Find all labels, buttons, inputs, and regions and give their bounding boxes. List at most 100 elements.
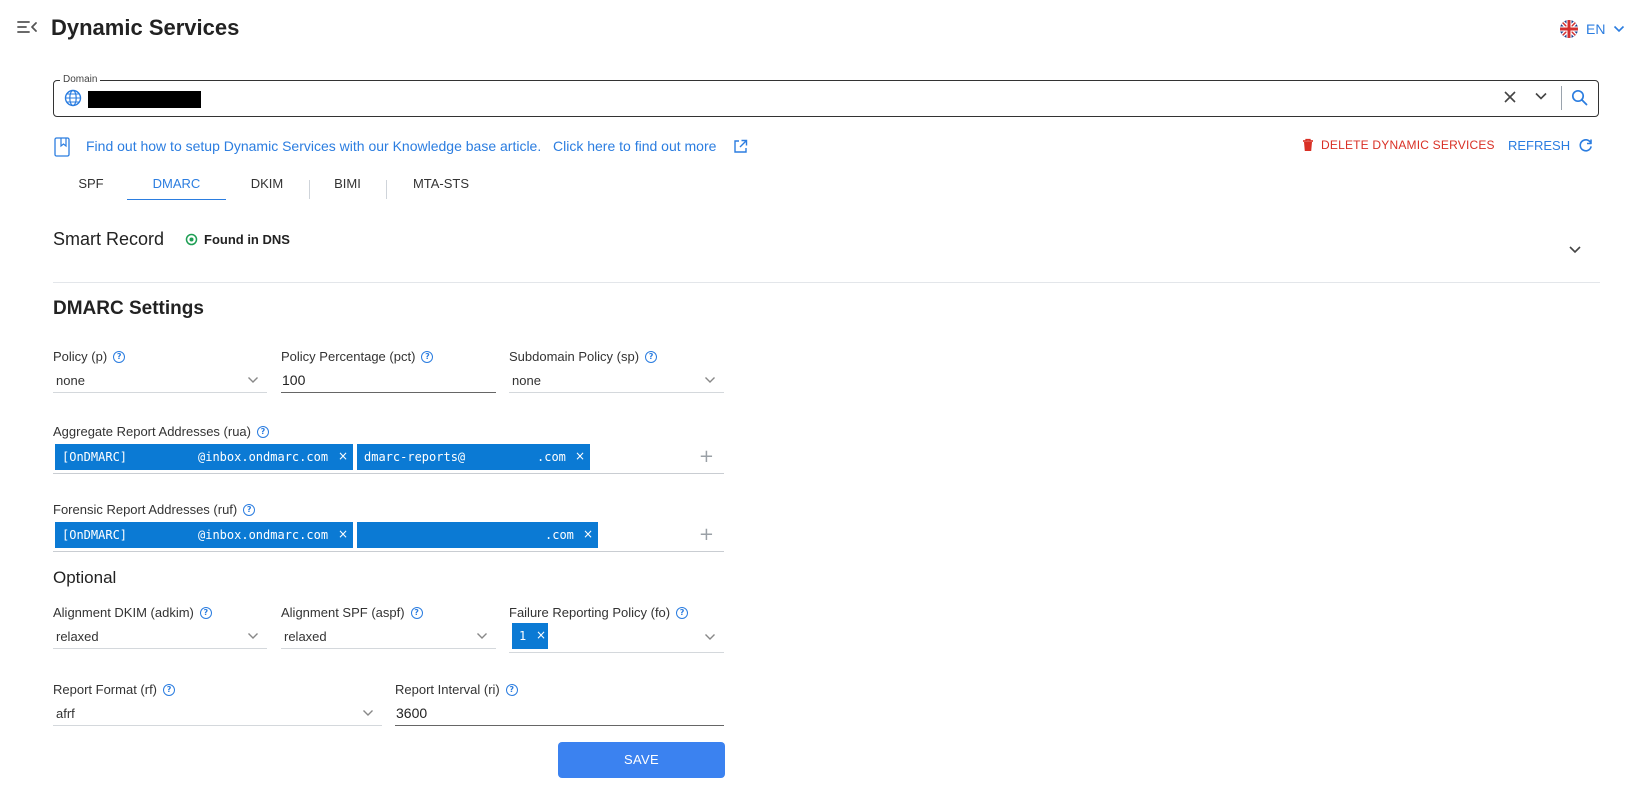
optional-heading: Optional <box>53 568 117 587</box>
chip-remove-icon[interactable]: × <box>338 527 348 541</box>
policy-value: none <box>56 373 85 388</box>
knowledge-base-link[interactable]: Click here to find out more <box>553 138 716 154</box>
adkim-label-text: Alignment DKIM (adkim) <box>53 605 194 620</box>
refresh-label: REFRESH <box>1508 138 1571 153</box>
rua-label: Aggregate Report Addresses (rua) ? <box>53 424 269 439</box>
chevron-down-icon <box>1613 25 1625 33</box>
pct-label-text: Policy Percentage (pct) <box>281 349 416 364</box>
fo-select[interactable]: 1 × <box>509 621 724 653</box>
rua-chip-input[interactable]: [OnDMARC] @inbox.ondmarc.com × dmarc-rep… <box>53 442 724 474</box>
status-badge: Found in DNS <box>185 232 290 247</box>
chip-prefix: [OnDMARC] <box>62 528 128 542</box>
help-icon[interactable]: ? <box>199 606 212 619</box>
rf-value: afrf <box>56 706 75 721</box>
pct-input[interactable]: 100 <box>281 367 496 393</box>
aspf-label: Alignment SPF (aspf) ? <box>281 605 423 620</box>
aspf-label-text: Alignment SPF (aspf) <box>281 605 405 620</box>
delete-label: DELETE DYNAMIC SERVICES <box>1321 138 1495 152</box>
plus-icon[interactable]: + <box>699 448 714 466</box>
external-link-icon[interactable] <box>733 139 748 154</box>
uk-flag-icon <box>1560 20 1578 38</box>
tab-spf[interactable]: SPF <box>54 176 128 200</box>
chip-remove-icon[interactable]: × <box>583 527 593 541</box>
chip-remove-icon[interactable]: × <box>536 628 546 642</box>
aspf-value: relaxed <box>284 629 327 644</box>
refresh-button[interactable]: REFRESH <box>1508 138 1593 153</box>
search-icon[interactable] <box>1571 89 1588 106</box>
adkim-value: relaxed <box>56 629 99 644</box>
rua-label-text: Aggregate Report Addresses (rua) <box>53 424 251 439</box>
rf-select[interactable]: afrf <box>53 700 382 726</box>
ri-input[interactable]: 3600 <box>395 700 724 726</box>
dmarc-settings-heading: DMARC Settings <box>53 298 204 319</box>
chevron-down-icon <box>476 632 488 640</box>
chip-prefix: [OnDMARC] <box>62 450 128 464</box>
sp-select[interactable]: none <box>509 367 724 393</box>
knowledge-base-text: Find out how to setup Dynamic Services w… <box>86 138 542 154</box>
close-icon[interactable] <box>1503 90 1517 104</box>
help-icon[interactable]: ? <box>243 503 256 516</box>
rf-label-text: Report Format (rf) <box>53 682 158 697</box>
domain-value-redacted[interactable] <box>88 91 201 108</box>
section-divider <box>53 282 1600 283</box>
sp-label-text: Subdomain Policy (sp) <box>509 349 640 364</box>
domain-field[interactable] <box>53 80 1599 117</box>
rua-chip[interactable]: [OnDMARC] @inbox.ondmarc.com × <box>55 444 353 470</box>
divider <box>1561 86 1562 110</box>
rua-chip[interactable]: dmarc-reports@ .com × <box>357 444 590 470</box>
bookmark-icon <box>54 137 70 157</box>
tab-dmarc[interactable]: DMARC <box>127 176 226 200</box>
tab-bimi[interactable]: BIMI <box>310 176 385 200</box>
chevron-down-icon <box>704 376 716 384</box>
language-selector[interactable]: EN <box>1560 18 1625 40</box>
chip-suffix: @inbox.ondmarc.com <box>198 450 329 464</box>
smart-record-status: Found in DNS <box>204 232 290 247</box>
delete-dynamic-services-button[interactable]: DELETE DYNAMIC SERVICES <box>1302 138 1495 152</box>
chevron-down-icon <box>362 709 374 717</box>
save-button[interactable]: SAVE <box>558 742 725 778</box>
fo-label: Failure Reporting Policy (fo) ? <box>509 605 689 620</box>
help-icon[interactable]: ? <box>410 606 423 619</box>
policy-label-text: Policy (p) <box>53 349 108 364</box>
adkim-select[interactable]: relaxed <box>53 623 267 649</box>
ruf-chip[interactable]: [OnDMARC] @inbox.ondmarc.com × <box>55 522 353 548</box>
active-tab-indicator <box>127 199 226 200</box>
page-title: Dynamic Services <box>51 15 240 40</box>
fo-chip[interactable]: 1 × <box>512 623 548 649</box>
fo-chip-value: 1 <box>519 629 527 643</box>
ruf-label: Forensic Report Addresses (ruf) ? <box>53 502 256 517</box>
adkim-label: Alignment DKIM (adkim) ? <box>53 605 212 620</box>
ri-label: Report Interval (ri) ? <box>395 682 518 697</box>
ruf-chip-input[interactable]: [OnDMARC] @inbox.ondmarc.com × .com × + <box>53 520 724 552</box>
help-icon[interactable]: ? <box>257 425 269 438</box>
help-icon[interactable]: ? <box>645 350 658 363</box>
chip-remove-icon[interactable]: × <box>338 449 348 463</box>
help-icon[interactable]: ? <box>676 606 689 619</box>
rf-label: Report Format (rf) ? <box>53 682 176 697</box>
chevron-down-icon <box>247 376 259 384</box>
sp-label: Subdomain Policy (sp) ? <box>509 349 658 364</box>
ruf-label-text: Forensic Report Addresses (ruf) <box>53 502 238 517</box>
ruf-chip[interactable]: .com × <box>357 522 598 548</box>
aspf-select[interactable]: relaxed <box>281 623 496 649</box>
help-icon[interactable]: ? <box>163 683 176 696</box>
chevron-down-icon[interactable] <box>1568 245 1582 254</box>
domain-label: Domain <box>60 74 101 86</box>
help-icon[interactable]: ? <box>505 683 518 696</box>
refresh-icon <box>1578 138 1593 153</box>
chip-remove-icon[interactable]: × <box>575 449 585 463</box>
chevron-down-icon[interactable] <box>1534 91 1548 101</box>
chip-suffix: .com <box>537 450 566 464</box>
chevron-down-icon <box>704 633 716 641</box>
menu-collapse-icon[interactable] <box>16 18 40 38</box>
policy-label: Policy (p) ? <box>53 349 126 364</box>
tab-mta-sts[interactable]: MTA-STS <box>387 176 495 200</box>
help-icon[interactable]: ? <box>421 350 434 363</box>
target-icon <box>185 233 198 246</box>
help-icon[interactable]: ? <box>113 350 126 363</box>
policy-select[interactable]: none <box>53 367 267 393</box>
tab-dkim[interactable]: DKIM <box>227 176 307 200</box>
plus-icon[interactable]: + <box>699 526 714 544</box>
chevron-down-icon <box>247 632 259 640</box>
chip-suffix: .com <box>545 528 574 542</box>
